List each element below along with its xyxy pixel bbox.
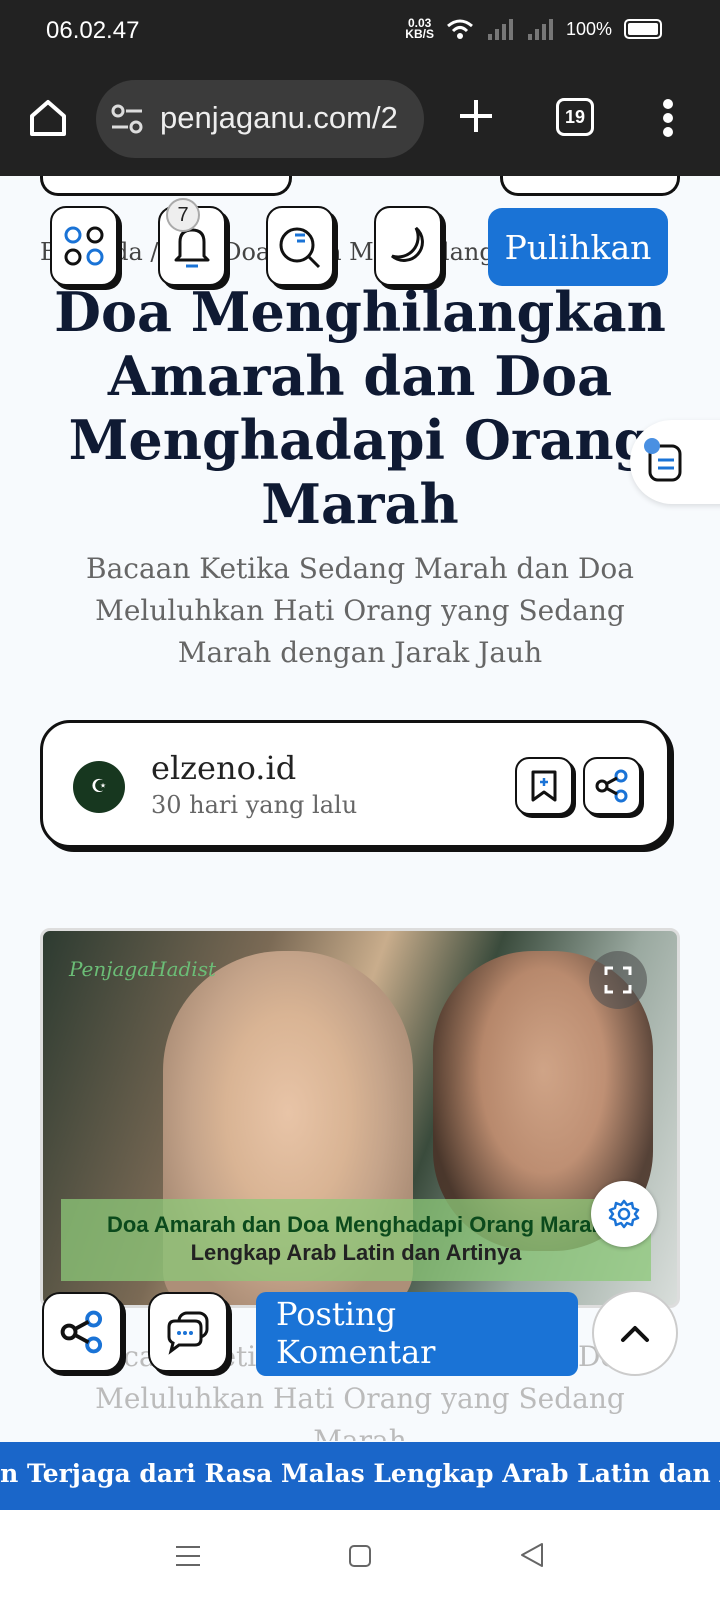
search-button[interactable] [266,206,334,286]
chat-bubbles-icon [167,1311,209,1355]
ticker-text: Doa Agar Terhindar dan Terjaga dari Rasa… [0,1459,720,1488]
home-icon[interactable] [26,96,70,140]
bookmark-icon [531,770,557,802]
apps-button[interactable] [50,206,118,286]
toc-icon [644,438,682,482]
author-card: ☪ elzeno.id 30 hari yang lalu [40,720,670,848]
expand-icon [604,966,632,994]
tab-switcher-button[interactable]: 19 [556,98,594,136]
hero-image[interactable]: PenjagaHadist Doa Amarah dan Doa Menghad… [40,928,680,1308]
header-peek-right [500,176,680,196]
settings-button[interactable] [591,1181,657,1247]
more-menu-icon[interactable] [662,98,674,138]
status-icons: 0.03 KB/S 100% [405,16,662,41]
share-button[interactable] [583,757,641,815]
author-avatar: ☪ [73,761,125,813]
signal-icon [487,19,513,40]
hero-watermark: PenjagaHadist [69,957,216,981]
battery-percent: 100% [565,18,612,39]
battery-icon [624,19,662,39]
browser-toolbar: penjaganu.com/2 19 [0,62,720,176]
site-settings-icon[interactable] [110,102,144,136]
address-bar[interactable]: penjaganu.com/2 [96,80,424,158]
post-comment-button[interactable]: Posting Komentar [256,1292,578,1376]
chevron-up-icon [621,1326,649,1342]
notification-count-badge: 7 [166,198,200,232]
scroll-to-top-button[interactable] [592,1290,678,1376]
restore-button[interactable]: Pulihkan [488,208,668,286]
signal-icon [527,19,553,40]
fullscreen-button[interactable] [589,951,647,1009]
new-tab-icon[interactable] [458,98,494,134]
comments-button[interactable] [148,1292,228,1372]
net-speed: 0.03 KB/S [405,16,434,41]
article-title: Doa Menghilangkan Amarah dan Doa Menghad… [54,280,666,536]
hero-caption-line2: Lengkap Arab Latin dan Artinya [190,1240,522,1265]
page-content: Beranda / Doa-Doa / Doa Menghilangkan ..… [0,176,720,1441]
gear-icon [608,1199,640,1229]
dark-mode-button[interactable] [374,206,442,286]
author-name[interactable]: elzeno.id [151,749,296,787]
table-of-contents-button[interactable] [630,420,720,504]
back-icon[interactable] [520,1542,544,1568]
status-bar: 06.02.47 0.03 KB/S 100% [0,0,720,62]
share-icon [595,769,628,803]
hero-caption: Doa Amarah dan Doa Menghadapi Orang Mara… [61,1199,651,1281]
menu-icon[interactable] [176,1544,200,1568]
status-time: 06.02.47 [46,17,140,44]
share-floating-button[interactable] [42,1292,122,1372]
apps-icon [64,226,104,266]
share-icon [60,1310,103,1354]
bookmark-button[interactable] [515,757,573,815]
news-ticker[interactable]: Doa Agar Terhindar dan Terjaga dari Rasa… [0,1442,720,1510]
article-subtitle: Bacaan Ketika Sedang Marah dan Doa Melul… [86,552,634,669]
hero-caption-line1: Doa Amarah dan Doa Menghadapi Orang Mara… [107,1212,605,1237]
system-nav-bar [0,1510,720,1600]
home-square-icon[interactable] [348,1544,372,1568]
post-time: 30 hari yang lalu [151,791,358,819]
wifi-icon [446,19,473,39]
url-text: penjaganu.com/2 [160,100,398,135]
moon-icon [391,226,424,262]
header-peek-left [40,176,292,196]
search-icon [279,227,321,269]
